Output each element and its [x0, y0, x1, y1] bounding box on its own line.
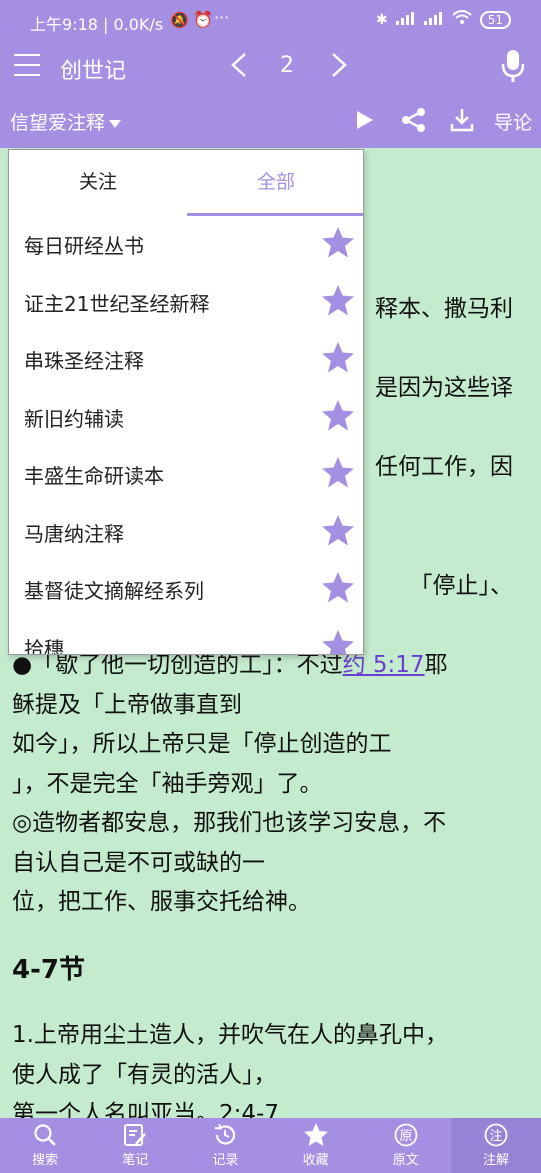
paragraph-line: 如今」，所以上帝只是「停止创造的工	[12, 731, 392, 757]
nav-label: 记录	[212, 1153, 239, 1168]
verse-link[interactable]: 约 5:17	[343, 652, 425, 678]
chapter-number[interactable]: 2	[280, 53, 294, 78]
dropdown-caret-icon	[109, 119, 122, 128]
play-icon[interactable]	[354, 108, 376, 136]
commentary-item-label: 每日研经丛书	[24, 234, 144, 258]
download-icon[interactable]	[448, 106, 476, 138]
paragraph-line: 第一个人名叫亚当。2:4-7	[12, 1101, 279, 1118]
text-fragment: 释本、撒马利	[375, 296, 513, 322]
commentary-item-label: 丰盛生命研读本	[24, 464, 164, 488]
alarm-icon: ⏰	[193, 10, 213, 29]
commentary-icon: 注	[484, 1123, 508, 1147]
commentary-list-item[interactable]: 丰盛生命研读本	[9, 446, 363, 504]
commentary-item-label: 证主21世纪圣经新释	[24, 291, 210, 316]
battery-icon: 51	[479, 10, 511, 29]
nav-label: 注解	[482, 1153, 509, 1168]
nav-favorites[interactable]: 收藏	[271, 1118, 361, 1173]
section-title: 4-7节	[12, 954, 85, 985]
tool-bar: 信望爱注释 导论	[0, 92, 541, 148]
nav-label: 收藏	[302, 1153, 329, 1168]
paragraph-line: 自认自己是不可或缺的一	[12, 849, 265, 876]
app-bar: 创世记 2	[0, 42, 541, 92]
text-fragment: 「停止」、	[409, 573, 514, 599]
text-fragment: 任何工作，因	[375, 454, 513, 480]
tab-all[interactable]: 全部	[187, 150, 363, 216]
status-bar: 上午9:18 | 0.0K/s 🔕 ⏰ ··· ✱ 51	[0, 0, 541, 42]
signal-icon	[395, 11, 416, 29]
commentary-selector-label: 信望爱注释	[10, 112, 106, 134]
signal-icon-2	[423, 11, 444, 29]
share-icon[interactable]	[400, 106, 428, 138]
commentary-list-item[interactable]: 基督徒文摘解经系列	[9, 561, 363, 619]
search-icon	[34, 1124, 56, 1146]
svg-text:原: 原	[399, 1129, 412, 1144]
commentary-selector[interactable]: 信望爱注释	[10, 108, 122, 135]
dropdown-tabs: 关注 全部	[9, 150, 363, 216]
commentary-item-label: 基督徒文摘解经系列	[24, 579, 204, 603]
star-icon[interactable]	[321, 456, 355, 494]
commentary-item-label: 拾穗	[24, 636, 64, 655]
commentary-item-label: 串珠圣经注释	[24, 349, 144, 373]
nav-original-text[interactable]: 原 原文	[361, 1118, 451, 1173]
commentary-list-item[interactable]: 每日研经丛书	[9, 216, 363, 274]
next-chapter-icon[interactable]	[328, 50, 350, 84]
mute-icon: 🔕	[170, 11, 189, 29]
paragraph-line: 位，把工作、服事交托给神。	[12, 889, 311, 915]
nav-label: 原文	[392, 1153, 419, 1168]
status-time-speed: 上午9:18 | 0.0K/s	[30, 15, 164, 34]
nav-label: 笔记	[122, 1153, 149, 1168]
commentary-item-label: 新旧约辅读	[24, 406, 124, 431]
book-title[interactable]: 创世记	[60, 53, 126, 85]
microphone-icon[interactable]	[498, 48, 528, 88]
nav-search[interactable]: 搜索	[0, 1118, 90, 1173]
commentary-dropdown: 关注 全部 每日研经丛书 证主21世纪圣经新释 串珠圣经注释 新旧约辅读 丰盛生…	[8, 149, 364, 655]
original-text-icon: 原	[394, 1123, 418, 1147]
bluetooth-icon: ✱	[375, 11, 388, 28]
text-span: ●「歇了他一切创造的工」：不过	[12, 652, 343, 678]
commentary-list-item[interactable]: 拾穗	[9, 619, 363, 655]
nav-notes[interactable]: 笔记	[90, 1118, 180, 1173]
star-icon[interactable]	[321, 284, 355, 322]
nav-commentary[interactable]: 注 注解	[450, 1118, 541, 1173]
commentary-body: ●「歇了他一切创造的工」：不过约 5:17耶 稣提及「上帝做事直到 如今」，所以…	[12, 646, 532, 1118]
bottom-nav: 搜索 笔记 记录 收藏 原 原文 注 注解	[0, 1118, 541, 1173]
previous-chapter-icon[interactable]	[228, 50, 250, 84]
text-span: 耶	[424, 652, 448, 678]
star-icon[interactable]	[321, 341, 355, 379]
commentary-item-label: 马唐纳注释	[24, 521, 124, 546]
tab-follow[interactable]: 关注	[9, 150, 187, 214]
star-icon[interactable]	[321, 571, 355, 609]
intro-button[interactable]: 导论	[494, 108, 532, 135]
commentary-list-item[interactable]: 串珠圣经注释	[9, 331, 363, 389]
commentary-list-item[interactable]: 证主21世纪圣经新释	[9, 274, 363, 332]
star-icon[interactable]	[321, 226, 355, 264]
paragraph-line: 」，不是完全「袖手旁观」了。	[12, 770, 323, 797]
text-fragment: 是因为这些译	[375, 375, 513, 401]
star-icon	[303, 1123, 328, 1146]
more-icon: ···	[214, 8, 230, 27]
paragraph-line: 1.上帝用尘土造人，并吹气在人的鼻孔中，	[12, 1022, 448, 1048]
nav-label: 搜索	[32, 1153, 59, 1168]
paragraph-line: 使人成了「有灵的活人」，	[12, 1061, 277, 1088]
svg-text:注: 注	[489, 1129, 502, 1144]
note-edit-icon	[124, 1124, 147, 1146]
paragraph-line: ◎造物者都安息，那我们也该学习安息，不	[12, 810, 447, 836]
nav-history[interactable]: 记录	[180, 1118, 270, 1173]
wifi-icon	[452, 10, 472, 29]
menu-icon[interactable]	[14, 54, 40, 76]
commentary-list-item[interactable]: 新旧约辅读	[9, 389, 363, 447]
star-icon[interactable]	[321, 629, 355, 654]
history-icon	[215, 1123, 236, 1145]
star-icon[interactable]	[321, 399, 355, 437]
paragraph-line: 稣提及「上帝做事直到	[12, 691, 242, 718]
star-icon[interactable]	[321, 514, 355, 552]
commentary-list-item[interactable]: 马唐纳注释	[9, 504, 363, 562]
